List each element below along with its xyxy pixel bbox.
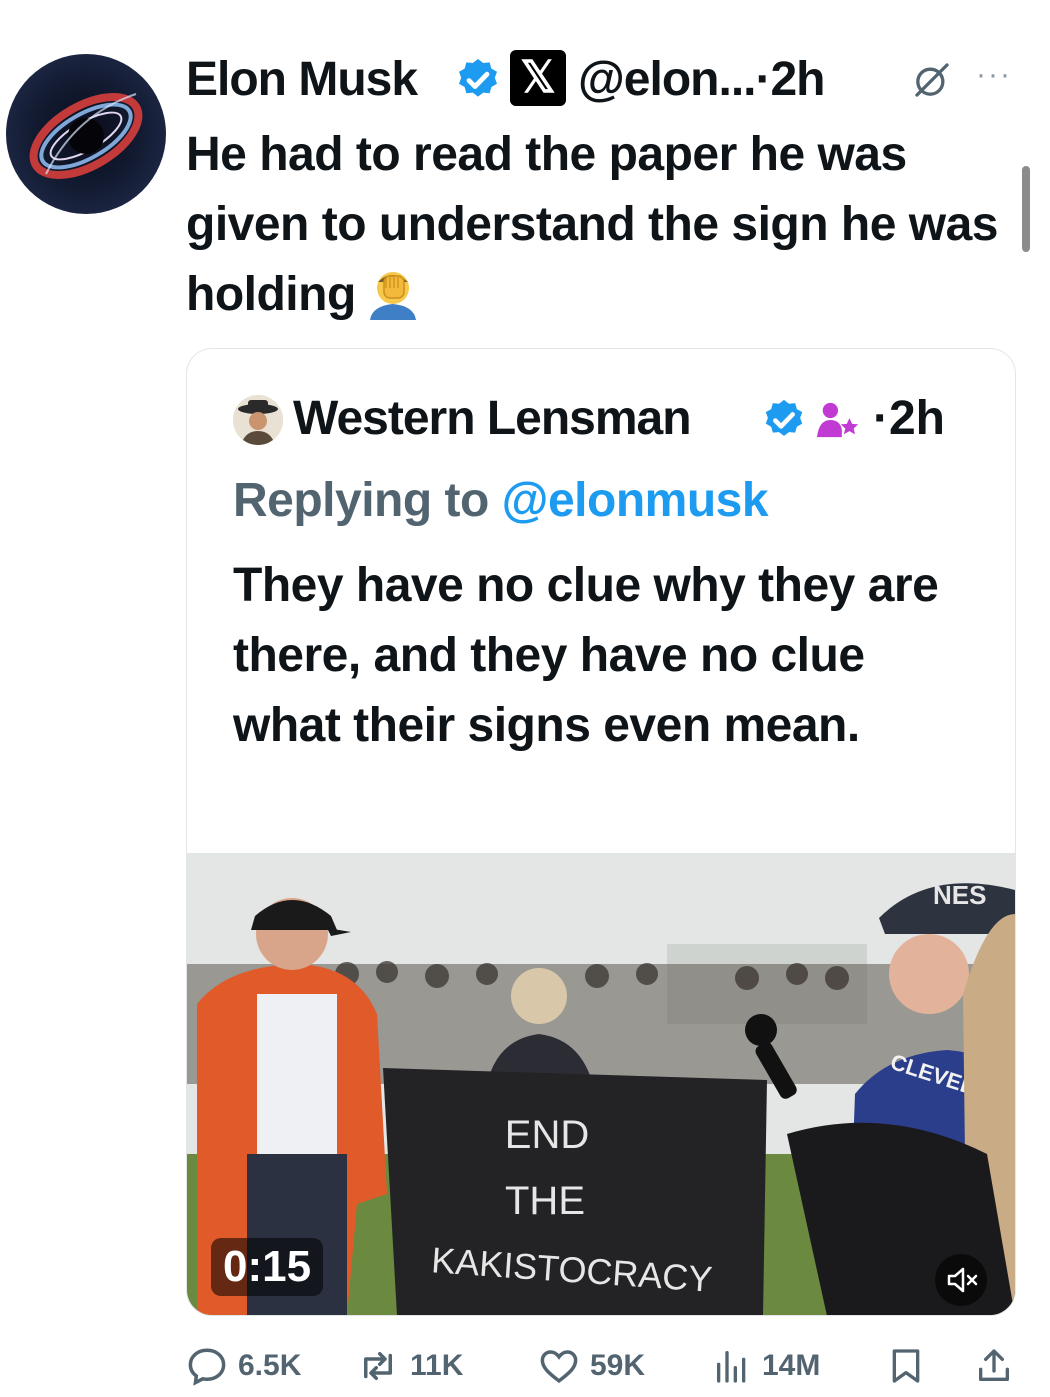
like-count: 59K	[590, 1349, 646, 1382]
x-logo-icon: 𝕏	[510, 50, 566, 106]
video-duration: 0:15	[211, 1238, 324, 1296]
quoted-author-name[interactable]: Western Lensman	[293, 391, 692, 446]
views-button[interactable]: 14M	[712, 1336, 820, 1396]
author-avatar[interactable]	[6, 54, 166, 214]
repost-count: 11K	[410, 1349, 464, 1382]
replying-to: Replying to @elonmusk	[233, 473, 769, 528]
views-icon	[717, 1351, 746, 1383]
bookmark-icon	[892, 1349, 920, 1383]
separator: ·	[755, 53, 771, 106]
mute-icon[interactable]	[935, 1254, 987, 1306]
author-handle[interactable]: @elon...	[578, 53, 756, 106]
more-icon[interactable]: ···	[976, 58, 1012, 92]
like-button[interactable]: 59K	[538, 1336, 645, 1396]
quoted-time[interactable]: 2h	[889, 392, 945, 445]
quoted-text: They have no clue why they are there, an…	[233, 559, 939, 752]
grok-icon[interactable]	[912, 60, 952, 105]
verified-icon	[454, 56, 502, 109]
hat-text: NES	[933, 880, 986, 910]
author-name[interactable]: Elon Musk	[186, 52, 418, 107]
facepalm-icon	[364, 264, 422, 342]
verified-icon	[761, 397, 807, 448]
share-button[interactable]	[974, 1336, 1014, 1396]
banner-line-1: END	[505, 1113, 589, 1157]
replying-prefix: Replying to	[233, 474, 489, 527]
video-player[interactable]: END THE KAKISTOCRACY CLEVELAND NES 0:15	[187, 853, 1015, 1315]
post-time[interactable]: 2h	[770, 53, 825, 106]
share-icon	[979, 1349, 1009, 1381]
author-handle-time[interactable]: @elon...·2h	[578, 52, 825, 107]
quoted-author-avatar[interactable]	[233, 395, 283, 445]
quoted-time-row[interactable]: ·2h	[873, 391, 945, 446]
scrollbar[interactable]	[1022, 166, 1030, 252]
reply-count: 6.5K	[238, 1349, 302, 1382]
post-text: He had to read the paper he was given to…	[186, 120, 1006, 342]
repost-button[interactable]: 11K	[356, 1336, 463, 1396]
banner-line-2: THE	[505, 1179, 585, 1223]
post-text-body: He had to read the paper he was given to…	[186, 128, 998, 321]
black-hole-image	[29, 93, 143, 179]
reply-button[interactable]: 6.5K	[186, 1336, 301, 1396]
views-count: 14M	[762, 1349, 821, 1382]
reply-icon	[188, 1348, 226, 1386]
replying-mention[interactable]: @elonmusk	[502, 474, 769, 527]
affiliate-icon	[815, 399, 861, 446]
repost-icon	[364, 1352, 392, 1380]
action-bar: 6.5K 11K 59K 14M	[186, 1336, 1016, 1396]
like-icon	[540, 1350, 578, 1384]
separator: ·	[873, 392, 889, 445]
quoted-post-card[interactable]: Western Lensman ·2h Replying to @elonmus…	[186, 348, 1016, 1316]
bookmark-button[interactable]	[886, 1336, 926, 1396]
